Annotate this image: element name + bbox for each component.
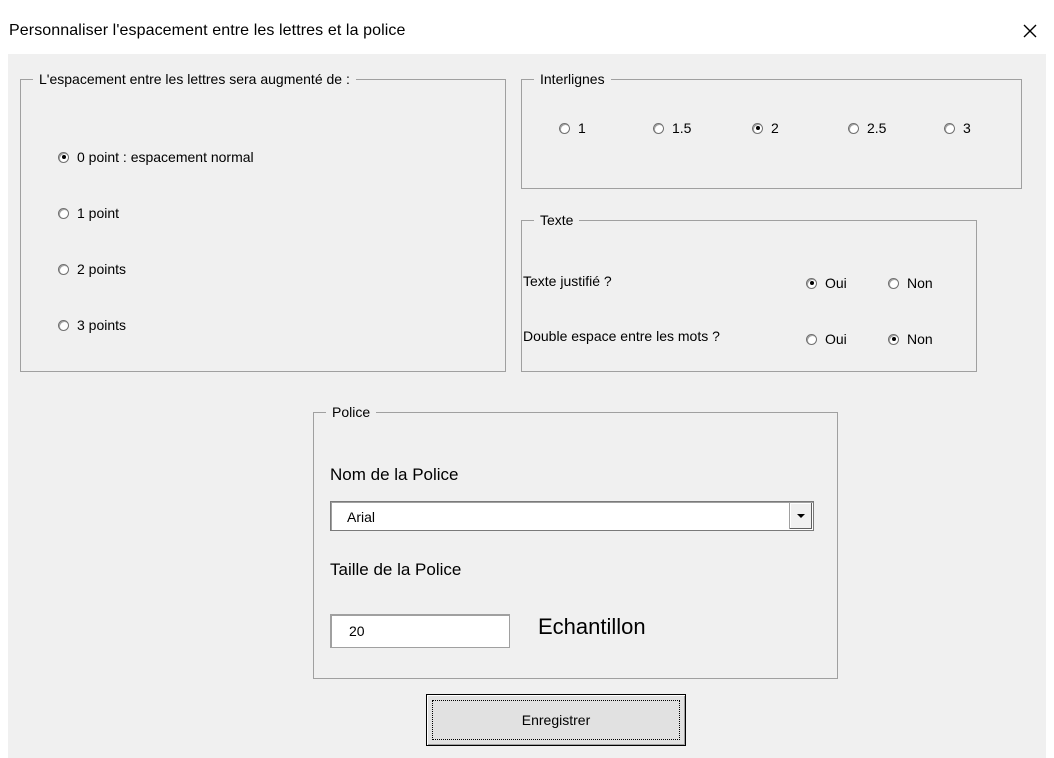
radio-button-icon — [848, 122, 859, 134]
text-group: Texte — [521, 212, 977, 372]
radio-button-icon — [806, 333, 817, 345]
line-spacing-legend: Interlignes — [540, 71, 605, 87]
line-spacing-option-1-5[interactable]: 1.5 — [653, 120, 691, 136]
option-label: 0 point : espacement normal — [77, 149, 254, 165]
double-space-yes-radio[interactable]: Oui — [806, 331, 847, 347]
font-name-value: Arial — [347, 509, 376, 525]
option-label: 2 — [771, 120, 779, 136]
dialog-body: L'espacement entre les lettres sera augm… — [8, 54, 1046, 758]
letter-spacing-option-0[interactable]: 0 point : espacement normal — [58, 149, 254, 165]
option-label: 2.5 — [867, 120, 887, 136]
radio-button-icon — [653, 122, 664, 134]
window-title: Personnaliser l'espacement entre les let… — [9, 22, 406, 39]
chevron-down-icon — [797, 514, 805, 518]
save-button[interactable]: Enregistrer — [426, 694, 686, 746]
double-space-no-radio[interactable]: Non — [888, 331, 933, 347]
font-size-input[interactable] — [331, 615, 509, 647]
option-label: 2 points — [77, 261, 127, 277]
dropdown-button[interactable] — [789, 503, 812, 529]
save-button-label: Enregistrer — [432, 700, 680, 740]
letter-spacing-legend: L'espacement entre les lettres sera augm… — [39, 71, 350, 87]
double-space-question: Double espace entre les mots ? — [523, 328, 720, 344]
option-label: 3 points — [77, 317, 127, 333]
text-legend: Texte — [540, 212, 574, 228]
option-label: Oui — [825, 331, 847, 347]
font-sample: Echantillon — [538, 614, 646, 639]
title-bar: Personnaliser l'espacement entre les let… — [0, 0, 1054, 46]
close-button[interactable] — [1012, 16, 1048, 46]
radio-button-icon — [888, 277, 899, 289]
option-label: 1 — [578, 120, 586, 136]
line-spacing-option-1[interactable]: 1 — [559, 120, 586, 136]
letter-spacing-option-3[interactable]: 3 points — [58, 317, 126, 333]
radio-button-icon — [58, 151, 69, 163]
justified-question: Texte justifié ? — [523, 273, 612, 289]
radio-button-icon — [752, 122, 763, 134]
letter-spacing-option-2[interactable]: 2 points — [58, 261, 126, 277]
option-label: 1 point — [77, 205, 120, 221]
option-label: Oui — [825, 275, 847, 291]
radio-button-icon — [58, 207, 69, 219]
font-name-label: Nom de la Police — [330, 465, 459, 484]
radio-button-icon — [58, 263, 69, 275]
font-legend: Police — [332, 404, 371, 420]
option-label: 1.5 — [672, 120, 692, 136]
close-icon — [1023, 24, 1037, 38]
line-spacing-option-2-5[interactable]: 2.5 — [848, 120, 886, 136]
line-spacing-option-2[interactable]: 2 — [752, 120, 779, 136]
justified-no-radio[interactable]: Non — [888, 275, 933, 291]
radio-button-icon — [888, 333, 899, 345]
letter-spacing-option-1[interactable]: 1 point — [58, 205, 119, 221]
line-spacing-option-3[interactable]: 3 — [944, 120, 971, 136]
radio-button-icon — [806, 277, 817, 289]
option-label: Non — [907, 331, 933, 347]
font-name-combobox[interactable]: Arial — [330, 501, 814, 531]
radio-button-icon — [559, 122, 570, 134]
option-label: 3 — [963, 120, 971, 136]
font-size-label: Taille de la Police — [330, 560, 462, 579]
font-size-input-box[interactable] — [330, 614, 510, 648]
radio-button-icon — [58, 319, 69, 331]
option-label: Non — [907, 275, 933, 291]
justified-yes-radio[interactable]: Oui — [806, 275, 847, 291]
radio-button-icon — [944, 122, 955, 134]
